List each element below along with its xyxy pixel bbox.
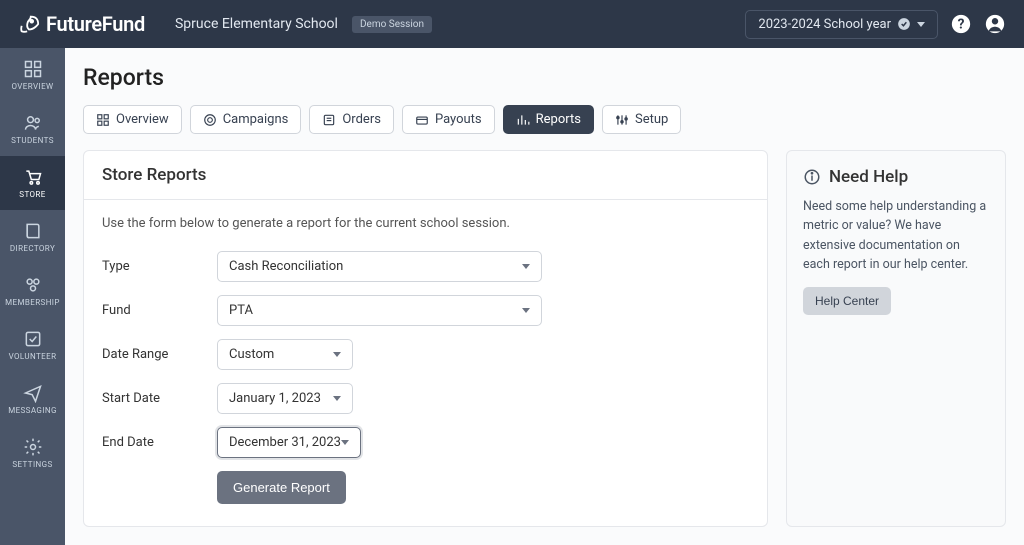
nav-overview[interactable]: OVERVIEW — [0, 48, 65, 102]
gear-icon — [23, 437, 43, 457]
daterange-select[interactable]: Custom — [217, 339, 353, 370]
nav-label: VOLUNTEER — [9, 352, 57, 361]
nav-students[interactable]: STUDENTS — [0, 102, 65, 156]
help-title: Need Help — [829, 167, 908, 187]
chevron-down-icon — [341, 440, 349, 445]
select-value: December 31, 2023 — [229, 435, 341, 450]
type-label: Type — [102, 259, 217, 274]
fund-label: Fund — [102, 303, 217, 318]
session-badge: Demo Session — [352, 16, 432, 33]
grid-icon — [23, 59, 43, 79]
tab-payouts[interactable]: Payouts — [402, 105, 495, 134]
tab-label: Reports — [536, 112, 581, 127]
school-name: Spruce Elementary School — [175, 16, 338, 32]
book-icon — [23, 221, 43, 241]
startdate-select[interactable]: January 1, 2023 — [217, 383, 353, 414]
svg-text:?: ? — [958, 17, 965, 33]
enddate-select[interactable]: December 31, 2023 — [217, 427, 361, 458]
nav-label: MEMBERSHIP — [5, 298, 60, 307]
fund-select[interactable]: PTA — [217, 295, 542, 326]
nav-membership[interactable]: MEMBERSHIP — [0, 264, 65, 318]
grid-small-icon — [96, 113, 110, 127]
tab-label: Payouts — [435, 112, 482, 127]
sidebar: OVERVIEW STUDENTS STORE DIRECTORY MEMBER… — [0, 48, 65, 545]
question-circle-icon: ? — [950, 13, 972, 35]
chart-icon — [516, 113, 530, 127]
year-picker-label: 2023-2024 School year — [758, 17, 891, 32]
card-description: Use the form below to generate a report … — [102, 216, 749, 231]
info-icon — [803, 168, 821, 186]
select-value: PTA — [229, 303, 253, 318]
help-button[interactable]: ? — [950, 13, 972, 35]
select-value: Custom — [229, 347, 274, 362]
select-value: January 1, 2023 — [229, 391, 321, 406]
tab-overview[interactable]: Overview — [83, 105, 182, 134]
chevron-down-icon — [522, 308, 530, 313]
user-circle-icon — [984, 13, 1006, 35]
tab-campaigns[interactable]: Campaigns — [190, 105, 302, 134]
nav-settings[interactable]: SETTINGS — [0, 426, 65, 480]
help-center-button[interactable]: Help Center — [803, 287, 891, 315]
help-card: Need Help Need some help understanding a… — [786, 150, 1006, 527]
nav-store[interactable]: STORE — [0, 156, 65, 210]
report-form-card: Store Reports Use the form below to gene… — [83, 150, 768, 527]
rocket-icon — [18, 13, 40, 35]
check-circle-icon — [897, 17, 911, 31]
chevron-down-icon — [333, 352, 341, 357]
startdate-label: Start Date — [102, 391, 217, 406]
brand-name: FutureFund — [46, 12, 145, 36]
nav-messaging[interactable]: MESSAGING — [0, 372, 65, 426]
payout-icon — [415, 113, 429, 127]
tab-label: Setup — [635, 112, 668, 127]
help-text: Need some help understanding a metric or… — [803, 197, 989, 275]
nav-label: STUDENTS — [11, 136, 54, 145]
tab-label: Orders — [342, 112, 381, 127]
tab-setup[interactable]: Setup — [602, 105, 681, 134]
tab-label: Campaigns — [223, 112, 289, 127]
enddate-label: End Date — [102, 435, 217, 450]
nav-label: OVERVIEW — [11, 82, 53, 91]
nav-volunteer[interactable]: VOLUNTEER — [0, 318, 65, 372]
group-icon — [23, 275, 43, 295]
nav-label: STORE — [19, 190, 45, 199]
users-icon — [23, 113, 43, 133]
select-value: Cash Reconciliation — [229, 259, 343, 274]
nav-label: SETTINGS — [12, 460, 52, 469]
generate-report-button[interactable]: Generate Report — [217, 471, 346, 504]
tab-reports[interactable]: Reports — [503, 105, 594, 134]
tab-orders[interactable]: Orders — [309, 105, 394, 134]
nav-label: DIRECTORY — [10, 244, 55, 253]
target-icon — [203, 113, 217, 127]
cart-icon — [23, 167, 43, 187]
nav-directory[interactable]: DIRECTORY — [0, 210, 65, 264]
nav-label: MESSAGING — [8, 406, 57, 415]
list-icon — [322, 113, 336, 127]
page-title: Reports — [83, 64, 1006, 91]
chevron-down-icon — [333, 396, 341, 401]
daterange-label: Date Range — [102, 347, 217, 362]
year-picker[interactable]: 2023-2024 School year — [745, 10, 938, 39]
main-content: Reports Overview Campaigns Orders Payout… — [65, 48, 1024, 545]
tab-label: Overview — [116, 112, 169, 127]
send-icon — [23, 383, 43, 403]
type-select[interactable]: Cash Reconciliation — [217, 251, 542, 282]
check-icon — [23, 329, 43, 349]
brand-logo[interactable]: FutureFund — [18, 12, 145, 36]
card-title: Store Reports — [84, 151, 767, 200]
chevron-down-icon — [917, 22, 925, 27]
tabs: Overview Campaigns Orders Payouts Report… — [83, 105, 1006, 134]
topbar: FutureFund Spruce Elementary School Demo… — [0, 0, 1024, 48]
chevron-down-icon — [522, 264, 530, 269]
sliders-icon — [615, 113, 629, 127]
user-menu[interactable] — [984, 13, 1006, 35]
